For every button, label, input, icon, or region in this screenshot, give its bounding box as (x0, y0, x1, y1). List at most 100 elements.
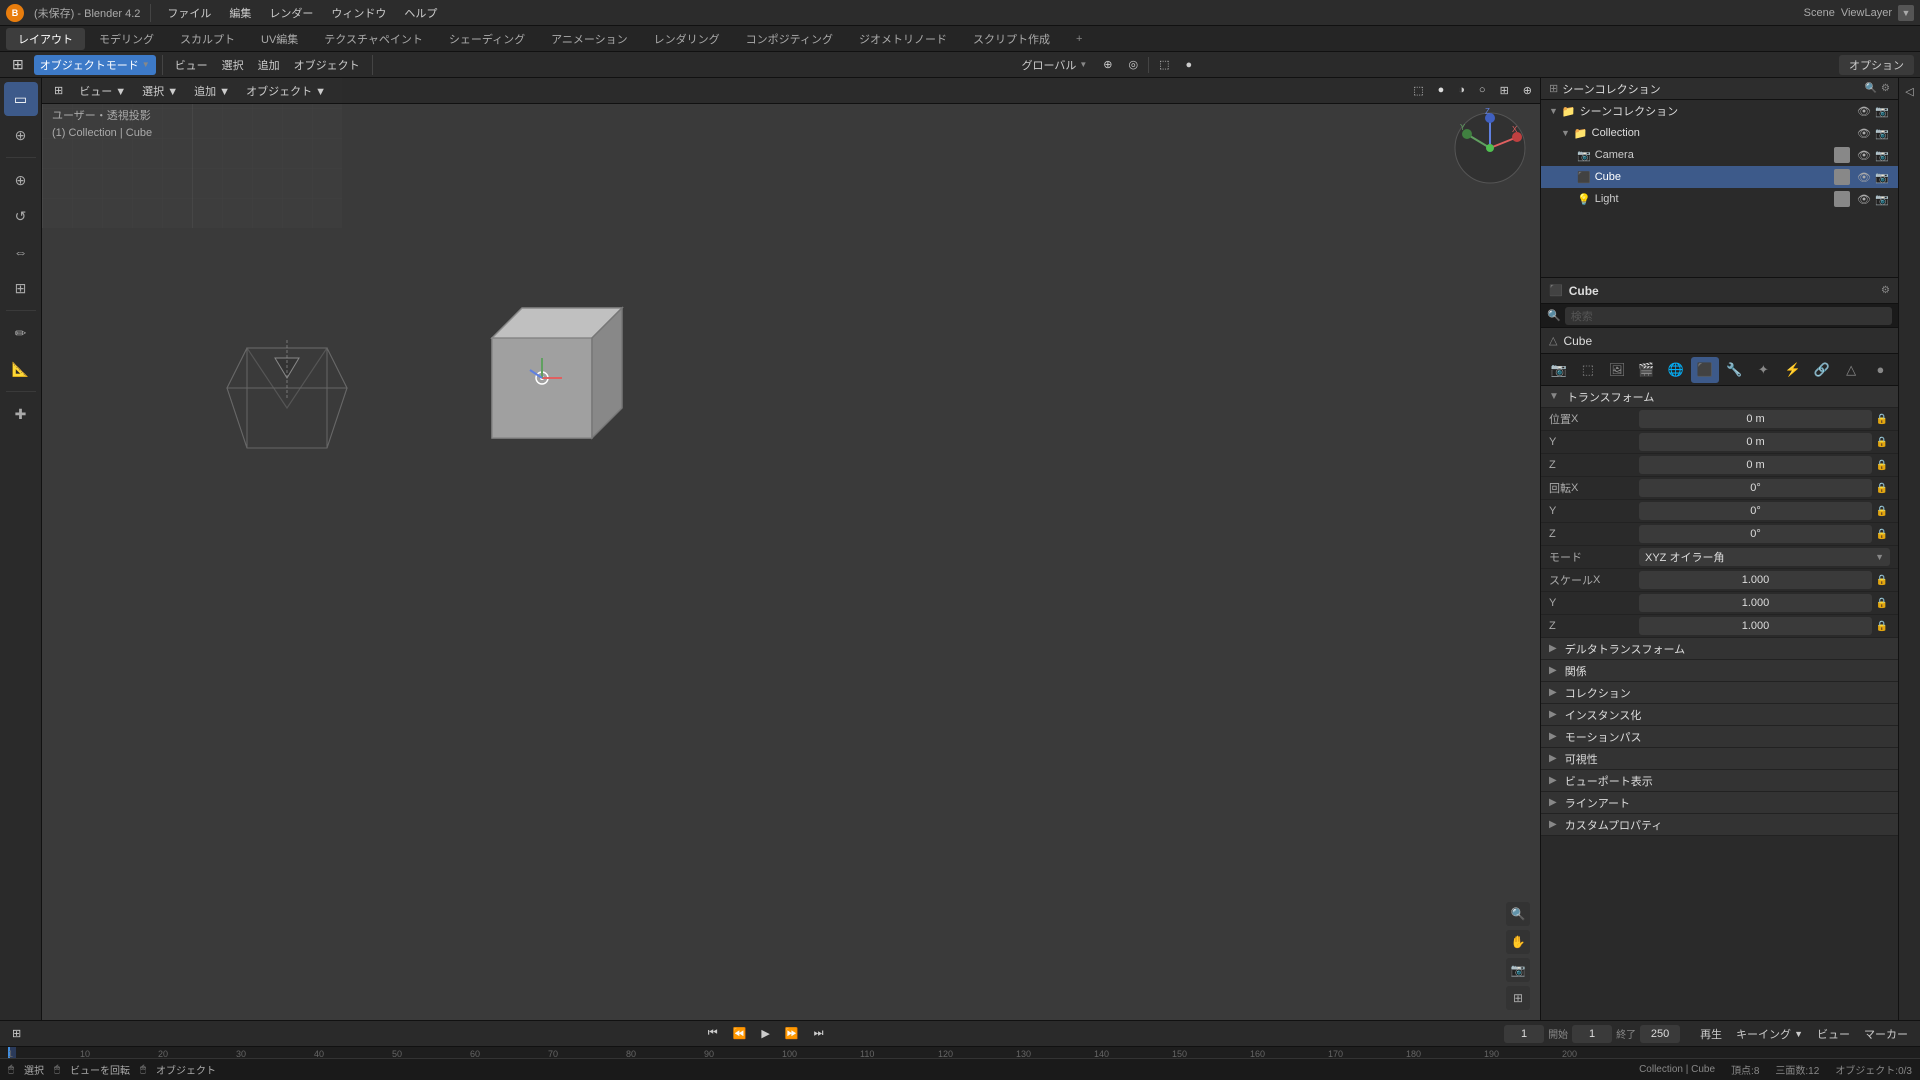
zoom-in[interactable]: 🔍 (1506, 902, 1530, 926)
position-y-lock[interactable]: 🔒 (1874, 434, 1890, 450)
tool-annotate[interactable]: ✏ (4, 316, 38, 350)
viewport-overlay-toggle[interactable]: ⊞ (1494, 80, 1515, 100)
position-x-lock[interactable]: 🔒 (1874, 411, 1890, 427)
viewport-select-menu[interactable]: 選択 ▼ (136, 81, 184, 101)
navigation-gizmo[interactable]: X Y Z (1450, 108, 1530, 188)
rotation-x-lock[interactable]: 🔒 (1874, 480, 1890, 496)
menu-render[interactable]: レンダー (261, 3, 321, 23)
view-menu[interactable]: ビュー (169, 55, 214, 75)
cube-vis-render[interactable]: 📷 (1874, 169, 1890, 185)
properties-search-input[interactable]: 検索 (1565, 307, 1892, 325)
tool-select-box[interactable]: ▭ (4, 82, 38, 116)
prop-icon-particles[interactable]: ✦ (1750, 357, 1777, 383)
tab-geometry-nodes[interactable]: ジオメトリノード (847, 28, 959, 50)
instancing-header[interactable]: ▶ インスタンス化 (1541, 704, 1898, 726)
prop-icon-physics[interactable]: ⚡ (1779, 357, 1806, 383)
scale-z-lock[interactable]: 🔒 (1874, 618, 1890, 634)
viewport-shading-solid[interactable]: ● (1432, 80, 1451, 100)
rotation-z-lock[interactable]: 🔒 (1874, 526, 1890, 542)
step-forward[interactable]: ⏩ (779, 1024, 805, 1044)
outliner-item-light[interactable]: 💡 Light 👁 📷 (1541, 188, 1898, 210)
properties-scroll-area[interactable]: ▼ トランスフォーム 位置 X 0 m 🔒 Y 0 m 🔒 (1541, 386, 1898, 1020)
prop-icon-object[interactable]: ⬛ (1691, 357, 1718, 383)
tab-compositing[interactable]: コンポジティング (734, 28, 845, 50)
camera-vis-render[interactable]: 📷 (1874, 147, 1890, 163)
sidebar-toggle-1[interactable]: ◁ (1901, 82, 1919, 100)
global-selector[interactable]: グローバル ▼ (1015, 55, 1093, 75)
camera-vis-eye[interactable]: 👁 (1856, 147, 1872, 163)
tool-transform[interactable]: ⊞ (4, 271, 38, 305)
rotation-mode-select[interactable]: XYZ オイラー角 ▼ (1639, 548, 1890, 566)
jump-to-end[interactable]: ⏭ (808, 1024, 830, 1044)
frame-selected[interactable]: ⊞ (1506, 986, 1530, 1010)
object-menu[interactable]: オブジェクト (288, 55, 366, 75)
prop-icon-data[interactable]: △ (1838, 357, 1865, 383)
outliner-item-scene-collection[interactable]: ▼ 📁 シーンコレクション 👁 📷 (1541, 100, 1898, 122)
tab-sculpt[interactable]: スカルプト (168, 28, 247, 50)
lineart-header[interactable]: ▶ ラインアート (1541, 792, 1898, 814)
object-options-icon[interactable]: ⚙ (1881, 285, 1890, 296)
tool-move[interactable]: ⊕ (4, 163, 38, 197)
add-menu[interactable]: 追加 (252, 55, 286, 75)
tab-rendering[interactable]: レンダリング (642, 28, 732, 50)
tab-modeling[interactable]: モデリング (87, 28, 166, 50)
viewport-shading[interactable]: ● (1180, 55, 1199, 75)
outliner-item-camera[interactable]: 📷 Camera 👁 📷 (1541, 144, 1898, 166)
prop-icon-material[interactable]: ● (1867, 357, 1894, 383)
menu-window[interactable]: ウィンドウ (323, 3, 394, 23)
viewport-shading-render[interactable]: ○ (1473, 80, 1492, 100)
relations-header[interactable]: ▶ 関係 (1541, 660, 1898, 682)
tab-uv[interactable]: UV編集 (249, 28, 310, 50)
prop-icon-scene[interactable]: 🎬 (1633, 357, 1660, 383)
timeline-marker-menu[interactable]: マーカー (1858, 1024, 1914, 1044)
viewport-add-menu[interactable]: 追加 ▼ (188, 81, 236, 101)
timeline-keying-menu[interactable]: キーイング ▼ (1730, 1024, 1809, 1044)
play-button[interactable]: ▶ (755, 1024, 775, 1044)
outliner-item-collection[interactable]: ▼ 📁 Collection 👁 📷 (1541, 122, 1898, 144)
options-button[interactable]: オプション (1839, 55, 1914, 75)
timeline-play-menu[interactable]: 再生 (1694, 1024, 1728, 1044)
tab-shading[interactable]: シェーディング (437, 28, 537, 50)
position-z-lock[interactable]: 🔒 (1874, 457, 1890, 473)
camera-view[interactable]: 📷 (1506, 958, 1530, 982)
rotation-y-lock[interactable]: 🔒 (1874, 503, 1890, 519)
rotation-y-input[interactable]: 0° (1639, 502, 1872, 520)
viewport-display-header[interactable]: ▶ ビューポート表示 (1541, 770, 1898, 792)
start-frame-input[interactable]: 1 (1572, 1025, 1612, 1043)
viewport-gizmo-toggle[interactable]: ⊕ (1517, 80, 1538, 100)
collection-vis-render[interactable]: 📷 (1874, 125, 1890, 141)
viewport[interactable]: ⊞ ビュー ▼ 選択 ▼ 追加 ▼ オブジェクト ▼ ⬚ ● ◑ ○ ⊞ ⊕ ユ… (42, 78, 1540, 1020)
menu-file[interactable]: ファイル (159, 3, 219, 23)
tool-cursor[interactable]: ⊕ (4, 118, 38, 152)
rotation-z-input[interactable]: 0° (1639, 525, 1872, 543)
jump-to-start[interactable]: ⏮ (702, 1024, 724, 1044)
scale-x-input[interactable]: 1.000 (1639, 571, 1872, 589)
scale-y-lock[interactable]: 🔒 (1874, 595, 1890, 611)
timeline-view-menu[interactable]: ビュー (1811, 1024, 1856, 1044)
prop-icon-modifier[interactable]: 🔧 (1721, 357, 1748, 383)
viewport-object-menu[interactable]: オブジェクト ▼ (240, 81, 332, 101)
outliner-filter-icon[interactable]: 🔍 (1865, 83, 1877, 94)
select-menu[interactable]: 選択 (216, 55, 250, 75)
timeline-editor-icon[interactable]: ⊞ (6, 1024, 27, 1044)
tab-layout[interactable]: レイアウト (6, 28, 85, 50)
scale-z-input[interactable]: 1.000 (1639, 617, 1872, 635)
delta-transform-header[interactable]: ▶ デルタトランスフォーム (1541, 638, 1898, 660)
viewport-shading-material[interactable]: ◑ (1452, 80, 1471, 100)
cube-vis-eye[interactable]: 👁 (1856, 169, 1872, 185)
tool-measure[interactable]: 📐 (4, 352, 38, 386)
viewport-editor-icon[interactable]: ⊞ (48, 81, 69, 101)
outliner-options-icon[interactable]: ⚙ (1881, 83, 1890, 94)
viewport-view-menu[interactable]: ビュー ▼ (73, 81, 132, 101)
collections-header[interactable]: ▶ コレクション (1541, 682, 1898, 704)
light-vis-render[interactable]: 📷 (1874, 191, 1890, 207)
engine-selector[interactable]: ▼ (1898, 5, 1914, 21)
scene-collection-vis-eye[interactable]: 👁 (1856, 103, 1872, 119)
light-vis-eye[interactable]: 👁 (1856, 191, 1872, 207)
tool-add[interactable]: ✚ (4, 397, 38, 431)
tab-texture-paint[interactable]: テクスチャペイント (312, 28, 435, 50)
xray-toggle[interactable]: ⬚ (1153, 55, 1175, 75)
viewport-shading-wire[interactable]: ⬚ (1407, 80, 1429, 100)
mode-selector[interactable]: オブジェクトモード ▼ (34, 55, 156, 75)
scene-collection-vis-render[interactable]: 📷 (1874, 103, 1890, 119)
